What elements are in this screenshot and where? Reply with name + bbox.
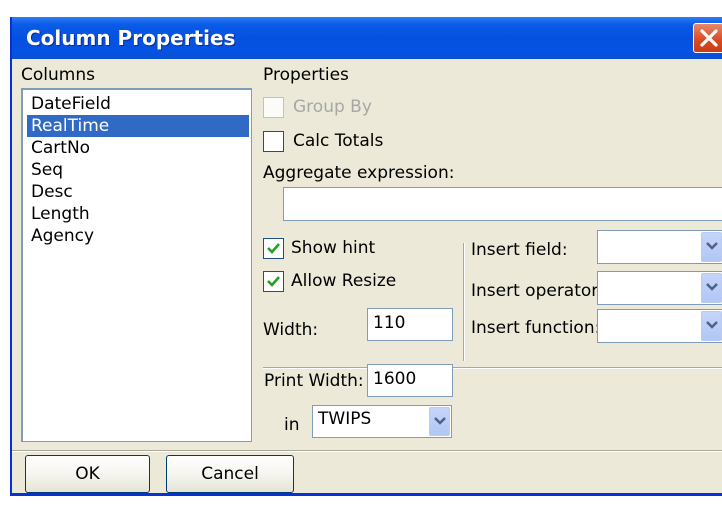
- dropdown-arrow-button[interactable]: [701, 273, 722, 303]
- print-width-label: Print Width:: [264, 371, 364, 391]
- footer-separator: [12, 450, 722, 452]
- chevron-down-icon: [706, 283, 718, 291]
- dropdown-arrow-button[interactable]: [701, 232, 722, 262]
- allow-resize-label: Allow Resize: [291, 271, 397, 291]
- dropdown-arrow-button[interactable]: [429, 407, 450, 436]
- dropdown-arrow-button[interactable]: [701, 311, 722, 341]
- vertical-separator: [463, 243, 465, 361]
- ok-button[interactable]: OK: [25, 455, 150, 493]
- list-item[interactable]: Length: [27, 203, 249, 225]
- width-label: Width:: [263, 320, 319, 340]
- properties-label: Properties: [263, 65, 349, 85]
- allow-resize-checkbox[interactable]: [263, 271, 284, 292]
- horizontal-separator: [263, 367, 722, 369]
- chevron-down-icon: [706, 321, 718, 329]
- aggregate-expression-input[interactable]: [283, 187, 722, 221]
- checkmark-icon: [267, 276, 280, 287]
- list-item[interactable]: Agency: [27, 225, 249, 247]
- columns-label: Columns: [21, 65, 95, 85]
- column-properties-dialog: Column Properties Columns DateField Real…: [10, 17, 722, 496]
- in-label: in: [284, 415, 300, 435]
- columns-listbox[interactable]: DateField RealTime CartNo Seq Desc Lengt…: [21, 88, 252, 442]
- list-item[interactable]: Seq: [27, 159, 249, 181]
- insert-operator-dropdown[interactable]: [597, 271, 722, 305]
- insert-function-label: Insert function:: [471, 318, 601, 338]
- unit-value: TWIPS: [318, 409, 372, 429]
- list-item[interactable]: CartNo: [27, 137, 249, 159]
- insert-function-dropdown[interactable]: [597, 309, 722, 343]
- close-icon: [700, 29, 718, 47]
- insert-field-label: Insert field:: [471, 240, 568, 260]
- chevron-down-icon: [706, 242, 718, 250]
- width-input[interactable]: 110: [367, 308, 453, 341]
- chevron-down-icon: [434, 417, 446, 425]
- calc-totals-label: Calc Totals: [293, 131, 384, 151]
- unit-dropdown[interactable]: TWIPS: [312, 405, 452, 438]
- aggregate-expression-label: Aggregate expression:: [263, 163, 455, 183]
- insert-operator-label: Insert operator:: [471, 281, 604, 301]
- list-item[interactable]: DateField: [27, 93, 249, 115]
- window-title: Column Properties: [26, 26, 236, 50]
- calc-totals-checkbox[interactable]: [263, 131, 284, 152]
- checkmark-icon: [267, 243, 280, 254]
- title-bar[interactable]: Column Properties: [12, 17, 722, 59]
- cancel-button[interactable]: Cancel: [166, 455, 294, 493]
- group-by-checkbox[interactable]: [263, 97, 284, 118]
- list-item-selected[interactable]: RealTime: [27, 115, 249, 137]
- group-by-label: Group By: [293, 97, 372, 117]
- close-button[interactable]: [693, 23, 722, 53]
- list-item[interactable]: Desc: [27, 181, 249, 203]
- show-hint-label: Show hint: [291, 238, 376, 258]
- insert-field-dropdown[interactable]: [597, 230, 722, 264]
- show-hint-checkbox[interactable]: [263, 238, 284, 259]
- print-width-input[interactable]: 1600: [367, 364, 453, 397]
